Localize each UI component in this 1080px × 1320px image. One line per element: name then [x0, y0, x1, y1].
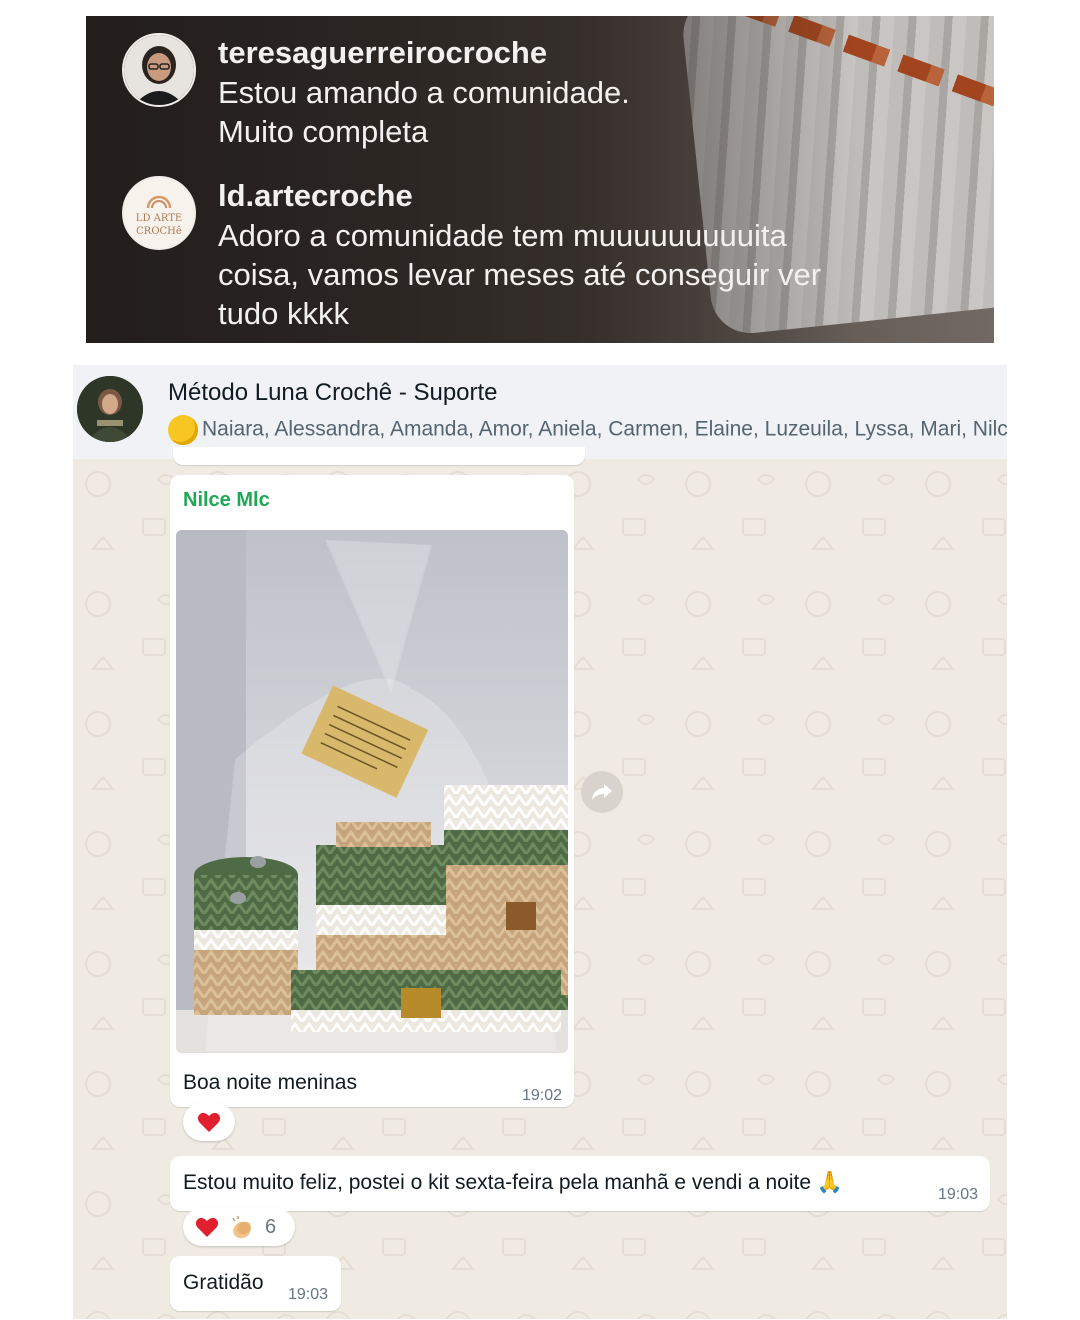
avatar[interactable]	[122, 33, 196, 107]
message-time: 19:03	[937, 1186, 978, 1203]
message-time: 19:02	[521, 1087, 562, 1104]
group-avatar[interactable]	[77, 376, 143, 442]
forward-button[interactable]	[581, 771, 623, 813]
chat-header[interactable]: Método Luna Crochê - Suporte Naiara, Ale…	[73, 365, 1007, 459]
comment-text: Estou amando a comunidade.	[218, 75, 630, 110]
message-reactions[interactable]: 6	[183, 1208, 295, 1246]
members-text: Naiara, Alessandra, Amanda, Amor, Aniela…	[202, 417, 1007, 441]
heart-icon	[197, 1112, 221, 1132]
group-title[interactable]: Método Luna Crochê - Suporte	[168, 379, 498, 407]
message-text: Estou muito feliz, postei o kit sexta-fe…	[183, 1171, 843, 1194]
message-text: Gratidão	[183, 1271, 264, 1294]
avatar-logo-text: CROCHê	[136, 226, 182, 237]
comment-text: Muito completa	[218, 114, 429, 149]
previous-message-bubble	[173, 447, 585, 465]
clapping-hands-icon	[232, 1216, 251, 1239]
message-reactions[interactable]	[183, 1103, 235, 1141]
text-message-bubble[interactable]: Gratidão 19:03	[170, 1256, 341, 1311]
text-message-bubble[interactable]: Estou muito feliz, postei o kit sexta-fe…	[170, 1156, 990, 1211]
reaction-count: 6	[265, 1215, 277, 1238]
forward-arrow-icon	[592, 784, 612, 800]
avatar-logo-text: LD ARTE	[136, 213, 182, 224]
image-message-bubble[interactable]: Nilce Mlc Boa noite meninas 19:02	[170, 475, 574, 1107]
comment-text: coisa, vamos levar meses até conseguir v…	[218, 257, 822, 292]
instagram-comments-panel: teresaguerreirocroche Estou amando a com…	[86, 16, 994, 343]
message-time: 19:03	[287, 1286, 328, 1303]
yellow-circle-emoji-icon	[168, 415, 198, 445]
comment-username[interactable]: ld.artecroche	[218, 176, 821, 216]
comment-text: Adoro a comunidade tem muuuuuuuuuita	[218, 218, 787, 253]
message-caption: Boa noite meninas	[183, 1071, 357, 1094]
crochet-kit-photo[interactable]	[176, 530, 568, 1053]
heart-icon	[195, 1217, 219, 1237]
comment-username[interactable]: teresaguerreirocroche	[218, 33, 630, 73]
sender-name[interactable]: Nilce Mlc	[183, 489, 270, 512]
chat-window: Método Luna Crochê - Suporte Naiara, Ale…	[73, 365, 1007, 1319]
comment-text: tudo kkkk	[218, 296, 349, 331]
group-members-list: Naiara, Alessandra, Amanda, Amor, Aniela…	[168, 415, 1007, 445]
avatar[interactable]: LD ARTE CROCHê	[122, 176, 196, 250]
